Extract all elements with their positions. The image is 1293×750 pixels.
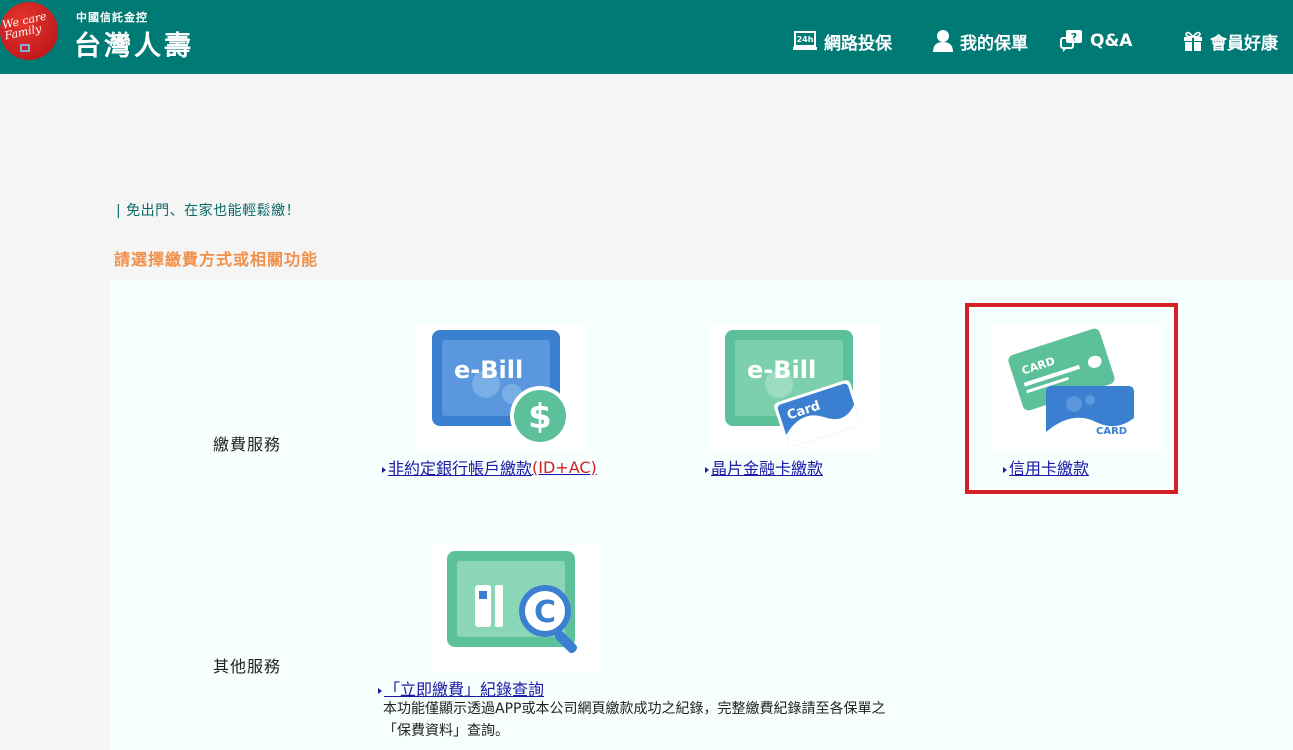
link-arrow-icon: [382, 467, 386, 473]
brand-title[interactable]: 台灣人壽: [74, 24, 194, 63]
laptop-24h-icon: 24h: [793, 31, 817, 50]
ebill-card-graphic: e-Bill Card: [725, 330, 864, 450]
user-icon: [933, 30, 953, 52]
logo-script-text: We care Family: [1, 9, 48, 43]
nav-label: 我的保單: [960, 33, 1028, 54]
link-text: 非約定銀行帳戶繳款: [388, 459, 533, 478]
nav-my-policy[interactable]: 我的保單: [932, 26, 1028, 56]
non-designated-bank-account-link[interactable]: 非約定銀行帳戶繳款 (ID+AC): [382, 455, 597, 479]
link-arrow-icon: [378, 688, 382, 694]
ebill-dollar-icon[interactable]: e-Bill $: [416, 324, 586, 450]
record-search-icon[interactable]: C: [431, 545, 601, 671]
record-query-note: 本功能僅顯示透過APP或本公司網頁繳款成功之紀錄，完整繳費紀錄請至各保單之「保費…: [383, 701, 886, 739]
slogan-text: | 免出門、在家也能輕鬆繳！: [116, 203, 301, 219]
link-text-highlight: (ID+AC): [532, 457, 597, 477]
nav-qa[interactable]: ? Q&A: [1060, 26, 1132, 56]
nav-label: Q&A: [1090, 31, 1133, 51]
nav-member-benefits[interactable]: 會員好康: [1182, 26, 1278, 56]
instruction-heading: 請選擇繳費方式或相關功能: [114, 250, 319, 269]
other-services-label: 其他服務: [213, 657, 282, 676]
top-header: We care Family 中國信託金控 台灣人壽 24h 網路投保 我的保單…: [0, 0, 1293, 74]
chip-debit-card-link[interactable]: 晶片金融卡繳款: [705, 455, 823, 479]
ebill-label: e-Bill: [747, 356, 816, 384]
link-arrow-icon: [705, 467, 709, 473]
svg-text:$: $: [528, 397, 552, 437]
ebill-label: e-Bill: [454, 356, 523, 384]
selection-highlight-box: [965, 303, 1178, 494]
ebill-card-icon[interactable]: e-Bill Card: [709, 324, 879, 450]
question-bubble-icon: ?: [1060, 30, 1082, 52]
svg-text:24h: 24h: [797, 35, 814, 44]
link-text: 「立即繳費」紀錄查詢: [384, 680, 545, 699]
nav-label: 網路投保: [824, 33, 892, 54]
ebill-dollar-graphic: e-Bill $: [432, 330, 570, 446]
link-text: 晶片金融卡繳款: [711, 459, 824, 478]
logo-box-shape: [20, 44, 30, 52]
brand-subtitle: 中國信託金控: [76, 11, 148, 24]
record-search-graphic: C: [447, 551, 578, 654]
nav-label: 會員好康: [1210, 33, 1278, 54]
nav-online-insurance[interactable]: 24h 網路投保: [792, 26, 892, 56]
payment-record-query-link[interactable]: 「立即繳費」紀錄查詢: [378, 676, 544, 700]
gift-icon: [1184, 31, 1202, 51]
brand-logo-icon[interactable]: We care Family: [0, 2, 58, 60]
payment-services-label: 繳費服務: [213, 435, 282, 454]
search-c-label: C: [534, 595, 556, 630]
